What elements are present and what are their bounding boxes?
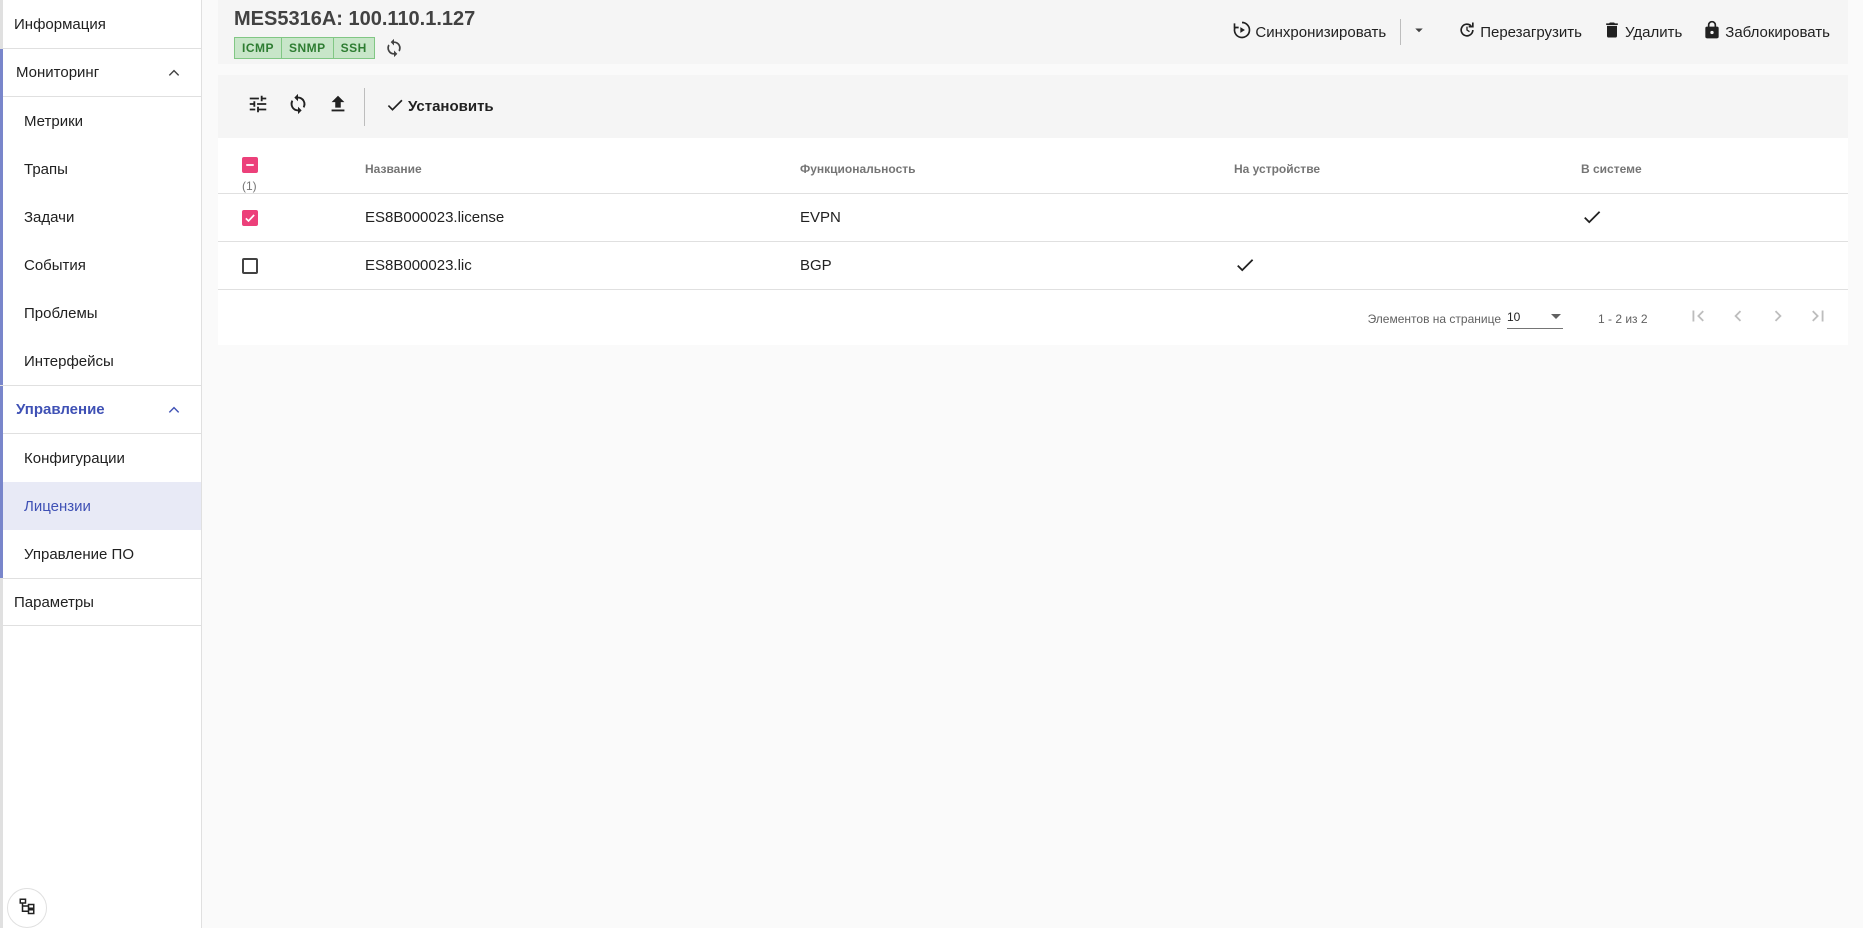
first-page-button[interactable] — [1682, 302, 1714, 334]
sidebar: Информация Мониторинг Метрики Трапы Зада… — [0, 0, 202, 928]
row-checkbox[interactable] — [242, 210, 258, 226]
tree-view-button[interactable] — [7, 888, 47, 928]
sidebar-item-configurations[interactable]: Конфигурации — [3, 434, 201, 482]
monitoring-group: Мониторинг Метрики Трапы Задачи События … — [0, 49, 201, 385]
sync-icon — [1232, 20, 1252, 44]
refresh-button[interactable] — [278, 87, 318, 127]
on-device-check-icon — [1234, 254, 1256, 276]
table-toolbar: Установить — [218, 75, 1848, 138]
restart-icon — [1457, 20, 1477, 44]
check-icon — [385, 95, 405, 119]
items-per-page-label: Элементов на странице — [1367, 312, 1501, 326]
sidebar-item-traps[interactable]: Трапы — [3, 145, 201, 193]
license-feature: BGP — [800, 257, 832, 274]
sidebar-item-software[interactable]: Управление ПО — [3, 530, 201, 578]
sync-label: Синхронизировать — [1255, 23, 1387, 41]
refresh-icon — [287, 93, 309, 120]
paginator: Элементов на странице 10 1 - 2 из 2 — [218, 290, 1848, 346]
management-group: Управление Конфигурации Лицензии Управле… — [0, 385, 201, 578]
chevron-up-icon — [167, 66, 181, 80]
table-header: (1) Название Функциональность На устройс… — [218, 138, 1848, 194]
install-button[interactable]: Установить — [385, 95, 494, 119]
caret-down-icon — [1410, 21, 1428, 44]
sidebar-item-problems[interactable]: Проблемы — [3, 289, 201, 337]
sync-dropdown-button[interactable] — [1405, 16, 1433, 48]
sync-button[interactable]: Синхронизировать — [1222, 16, 1396, 48]
protocol-badge: SNMP — [282, 37, 334, 59]
select-all-checkbox[interactable] — [242, 157, 258, 173]
sidebar-item-metrics[interactable]: Метрики — [3, 97, 201, 145]
reboot-label: Перезагрузить — [1480, 23, 1582, 41]
nav-management[interactable]: Управление — [3, 386, 201, 434]
protocol-badges: ICMP SNMP SSH — [234, 37, 405, 59]
tree-icon — [18, 897, 36, 920]
reboot-button[interactable]: Перезагрузить — [1447, 16, 1592, 48]
first-page-icon — [1687, 305, 1709, 332]
column-header-in-system[interactable]: В системе — [1581, 162, 1642, 176]
license-name: ES8B000023.lic — [365, 257, 472, 274]
previous-page-button[interactable] — [1722, 302, 1754, 334]
nav-params[interactable]: Параметры — [3, 578, 201, 626]
table-row[interactable]: ES8B000023.lic BGP — [218, 242, 1848, 290]
refresh-protocols-icon[interactable] — [383, 37, 405, 59]
column-settings-button[interactable] — [238, 87, 278, 127]
divider — [364, 87, 365, 126]
chevron-up-icon — [167, 403, 181, 417]
chevron-left-icon — [1727, 305, 1749, 332]
column-header-on-device[interactable]: На устройстве — [1234, 162, 1320, 176]
row-checkbox[interactable] — [242, 258, 258, 274]
sidebar-item-interfaces[interactable]: Интерфейсы — [3, 337, 201, 385]
nav-info[interactable]: Информация — [3, 0, 201, 49]
delete-label: Удалить — [1625, 23, 1683, 41]
protocol-badge: ICMP — [234, 37, 282, 59]
trash-icon — [1602, 20, 1622, 44]
sidebar-item-tasks[interactable]: Задачи — [3, 193, 201, 241]
install-label: Установить — [408, 98, 494, 115]
lock-button[interactable]: Заблокировать — [1692, 16, 1840, 48]
last-page-icon — [1807, 305, 1829, 332]
lock-label: Заблокировать — [1725, 23, 1830, 41]
licenses-card: Установить (1) Название Функциональность… — [218, 75, 1848, 345]
delete-button[interactable]: Удалить — [1592, 16, 1692, 48]
column-header-name[interactable]: Название — [365, 162, 422, 176]
header-actions: Синхронизировать Перезагрузить Удалить З… — [1222, 16, 1848, 48]
page-size-select[interactable]: 10 — [1507, 307, 1563, 329]
lock-icon — [1702, 20, 1722, 44]
page-title: MES5316A: 100.110.1.127 — [234, 8, 476, 30]
nav-monitoring-label: Мониторинг — [16, 64, 100, 81]
license-feature: EVPN — [800, 209, 841, 226]
sidebar-item-events[interactable]: События — [3, 241, 201, 289]
tune-icon — [247, 93, 269, 120]
sidebar-item-licenses[interactable]: Лицензии — [3, 482, 201, 530]
upload-icon — [327, 93, 349, 120]
chevron-right-icon — [1767, 305, 1789, 332]
column-header-feature[interactable]: Функциональность — [800, 162, 916, 176]
nav-management-label: Управление — [16, 401, 105, 418]
last-page-button[interactable] — [1802, 302, 1834, 334]
nav-monitoring[interactable]: Мониторинг — [3, 49, 201, 97]
divider — [1400, 19, 1402, 45]
selected-count: (1) — [242, 179, 257, 193]
page-range: 1 - 2 из 2 — [1598, 312, 1648, 326]
upload-button[interactable] — [318, 87, 358, 127]
protocol-badge: SSH — [333, 37, 375, 59]
next-page-button[interactable] — [1762, 302, 1794, 334]
license-name: ES8B000023.license — [365, 209, 505, 226]
page-size-value: 10 — [1507, 310, 1521, 324]
table-row[interactable]: ES8B000023.license EVPN — [218, 194, 1848, 242]
caret-down-icon — [1551, 314, 1561, 319]
in-system-check-icon — [1581, 206, 1603, 228]
device-header: MES5316A: 100.110.1.127 ICMP SNMP SSH Си… — [218, 0, 1848, 64]
